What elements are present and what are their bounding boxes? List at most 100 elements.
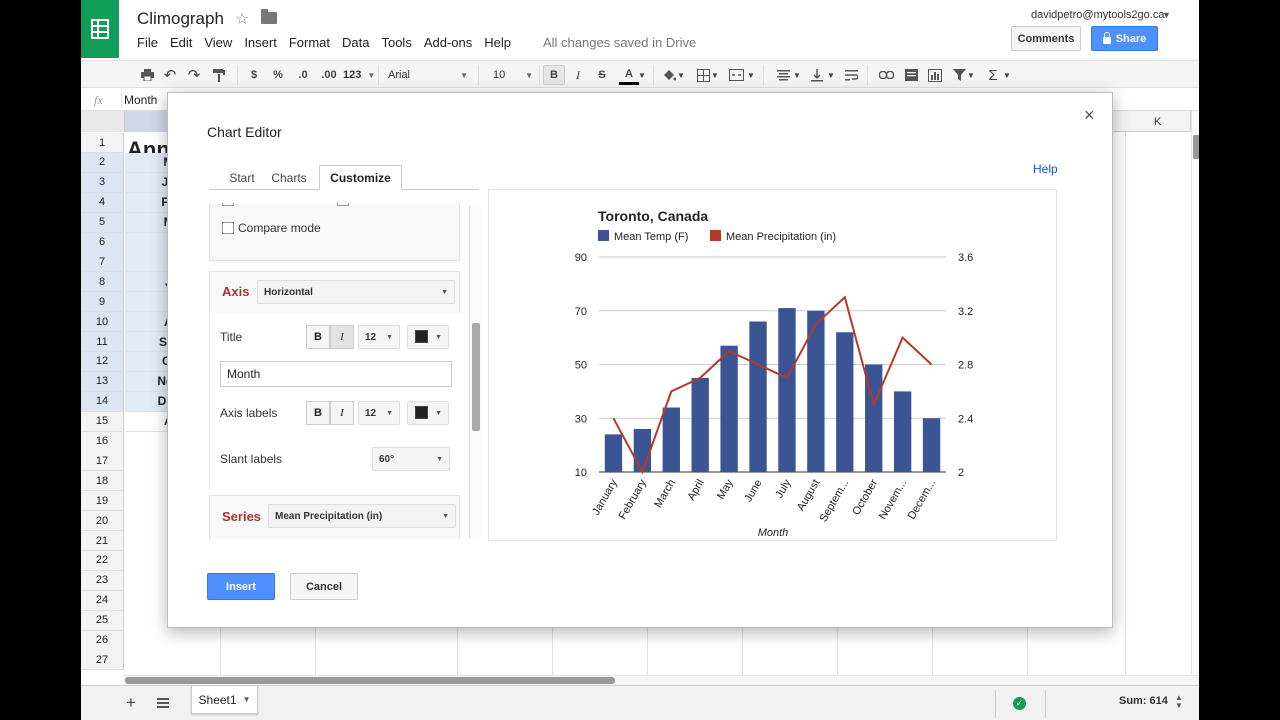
row-header-16[interactable]: 16 xyxy=(81,431,124,452)
chevron-down-icon[interactable]: ▼ xyxy=(967,65,975,85)
row-header-18[interactable]: 18 xyxy=(81,471,124,492)
menu-edit[interactable]: Edit xyxy=(170,35,192,50)
redo-icon[interactable]: ↷ xyxy=(186,65,202,85)
row-header-24[interactable]: 24 xyxy=(81,590,124,611)
axis-labels-bold-button[interactable]: B xyxy=(306,401,330,425)
print-icon[interactable] xyxy=(139,65,155,85)
font-size-dropdown[interactable]: 10 ▼ xyxy=(493,65,533,85)
currency-format-button[interactable]: $ xyxy=(247,65,261,85)
font-family-dropdown[interactable]: Arial ▼ xyxy=(388,65,468,85)
row-header-4[interactable]: 4 xyxy=(81,192,124,213)
tab-start[interactable]: Start xyxy=(223,165,261,190)
horizontal-scrollbar-thumb[interactable] xyxy=(125,677,615,684)
row-header-9[interactable]: 9 xyxy=(81,292,124,313)
tab-customize[interactable]: Customize xyxy=(319,165,402,190)
row-header-22[interactable]: 22 xyxy=(81,550,124,571)
panel-scrollbar-thumb[interactable] xyxy=(472,323,480,431)
axis-dropdown[interactable]: Horizontal ▼ xyxy=(257,280,455,304)
text-wrap-icon[interactable] xyxy=(843,65,859,85)
help-link[interactable]: Help xyxy=(1033,162,1058,176)
decrease-decimal-button[interactable]: .0 xyxy=(293,65,313,85)
folder-icon[interactable] xyxy=(261,9,277,24)
italic-button[interactable]: I xyxy=(571,65,585,85)
row-header-27[interactable]: 27 xyxy=(81,650,124,671)
close-icon[interactable]: × xyxy=(1084,105,1095,126)
insert-link-icon[interactable] xyxy=(877,65,895,85)
insert-chart-icon[interactable] xyxy=(927,65,943,85)
menu-add-ons[interactable]: Add-ons xyxy=(424,35,472,50)
menu-format[interactable]: Format xyxy=(289,35,330,50)
cut-off-checkbox-2[interactable] xyxy=(337,203,349,206)
row-header-25[interactable]: 25 xyxy=(81,610,124,631)
chevron-down-icon[interactable]: ▼ xyxy=(747,65,755,85)
row-header-2[interactable]: 2 xyxy=(81,152,124,173)
menu-view[interactable]: View xyxy=(204,35,232,50)
align-icon[interactable] xyxy=(775,65,791,85)
cancel-button[interactable]: Cancel xyxy=(290,573,358,600)
chevron-down-icon[interactable]: ▼ xyxy=(638,65,646,85)
chevron-down-icon[interactable]: ▼ xyxy=(827,65,835,85)
sheet-tab[interactable]: Sheet1 ▼ xyxy=(191,686,258,714)
bold-button[interactable]: B xyxy=(543,65,565,85)
insert-comment-icon[interactable] xyxy=(903,65,919,85)
vertical-scrollbar-thumb[interactable] xyxy=(1193,135,1199,159)
sum-stepper-icon[interactable]: ▲ ▼ xyxy=(1175,694,1183,710)
slant-labels-dropdown[interactable]: 60° ▼ xyxy=(372,447,450,471)
row-header-6[interactable]: 6 xyxy=(81,232,124,253)
title-color-dropdown[interactable]: ▼ xyxy=(407,325,449,349)
chevron-down-icon[interactable]: ▼ xyxy=(1003,65,1011,85)
row-header-15[interactable]: 15 xyxy=(81,411,124,432)
borders-icon[interactable] xyxy=(695,65,711,85)
number-format-dropdown[interactable]: 123 ▼ xyxy=(343,65,375,85)
row-header-13[interactable]: 13 xyxy=(81,371,124,392)
column-header-k[interactable]: K xyxy=(1125,111,1191,132)
add-sheet-button[interactable]: + xyxy=(126,693,136,713)
sum-summary[interactable]: Sum: 614 xyxy=(1119,695,1168,707)
title-bold-button[interactable]: B xyxy=(306,325,330,349)
row-header-20[interactable]: 20 xyxy=(81,511,124,532)
row-header-10[interactable]: 10 xyxy=(81,312,124,333)
tab-charts[interactable]: Charts xyxy=(267,165,311,190)
row-header-26[interactable]: 26 xyxy=(81,630,124,651)
axis-labels-italic-button[interactable]: I xyxy=(330,401,354,425)
menu-file[interactable]: File xyxy=(137,35,158,50)
menu-tools[interactable]: Tools xyxy=(381,35,411,50)
document-title[interactable]: Climograph xyxy=(137,9,224,29)
star-icon[interactable]: ☆ xyxy=(235,9,249,29)
chevron-down-icon[interactable]: ▼ xyxy=(1162,10,1171,20)
axis-labels-color-dropdown[interactable]: ▼ xyxy=(407,401,449,425)
share-button[interactable]: Share xyxy=(1091,26,1158,51)
axis-labels-font-size-dropdown[interactable]: 12 ▼ xyxy=(358,401,400,425)
filter-icon[interactable] xyxy=(951,65,967,85)
insert-button[interactable]: Insert xyxy=(207,573,275,600)
cut-off-checkbox[interactable] xyxy=(222,203,234,206)
paint-format-icon[interactable] xyxy=(211,65,227,85)
menu-data[interactable]: Data xyxy=(342,35,369,50)
axis-title-input[interactable]: Month xyxy=(220,361,452,387)
text-color-button[interactable]: A xyxy=(619,65,639,85)
chevron-down-icon[interactable]: ▼ xyxy=(711,65,719,85)
undo-icon[interactable]: ↶ xyxy=(162,65,178,85)
menu-insert[interactable]: Insert xyxy=(244,35,277,50)
comments-button[interactable]: Comments xyxy=(1011,26,1081,51)
row-header-19[interactable]: 19 xyxy=(81,491,124,512)
chevron-down-icon[interactable]: ▼ xyxy=(243,695,251,704)
row-header-23[interactable]: 23 xyxy=(81,570,124,591)
compare-mode-checkbox[interactable] xyxy=(222,222,234,234)
row-header-5[interactable]: 5 xyxy=(81,212,124,233)
percent-format-button[interactable]: % xyxy=(271,65,285,85)
sheets-logo-icon[interactable] xyxy=(81,0,119,58)
title-font-size-dropdown[interactable]: 12 ▼ xyxy=(358,325,400,349)
user-email[interactable]: davidpetro@mytools2go.ca xyxy=(1031,9,1164,21)
select-all-corner[interactable] xyxy=(81,111,125,132)
series-dropdown[interactable]: Mean Precipitation (in) ▼ xyxy=(268,504,456,528)
row-header-14[interactable]: 14 xyxy=(81,391,124,412)
row-header-12[interactable]: 12 xyxy=(81,351,124,372)
row-header-11[interactable]: 11 xyxy=(81,332,124,352)
functions-icon[interactable]: Σ xyxy=(985,65,1001,85)
chevron-down-icon[interactable]: ▼ xyxy=(677,65,685,85)
row-header-1[interactable]: 1 xyxy=(81,133,124,153)
fill-color-icon[interactable] xyxy=(661,65,677,85)
vertical-scrollbar[interactable] xyxy=(1191,111,1199,675)
increase-decimal-button[interactable]: .00 xyxy=(318,65,340,85)
